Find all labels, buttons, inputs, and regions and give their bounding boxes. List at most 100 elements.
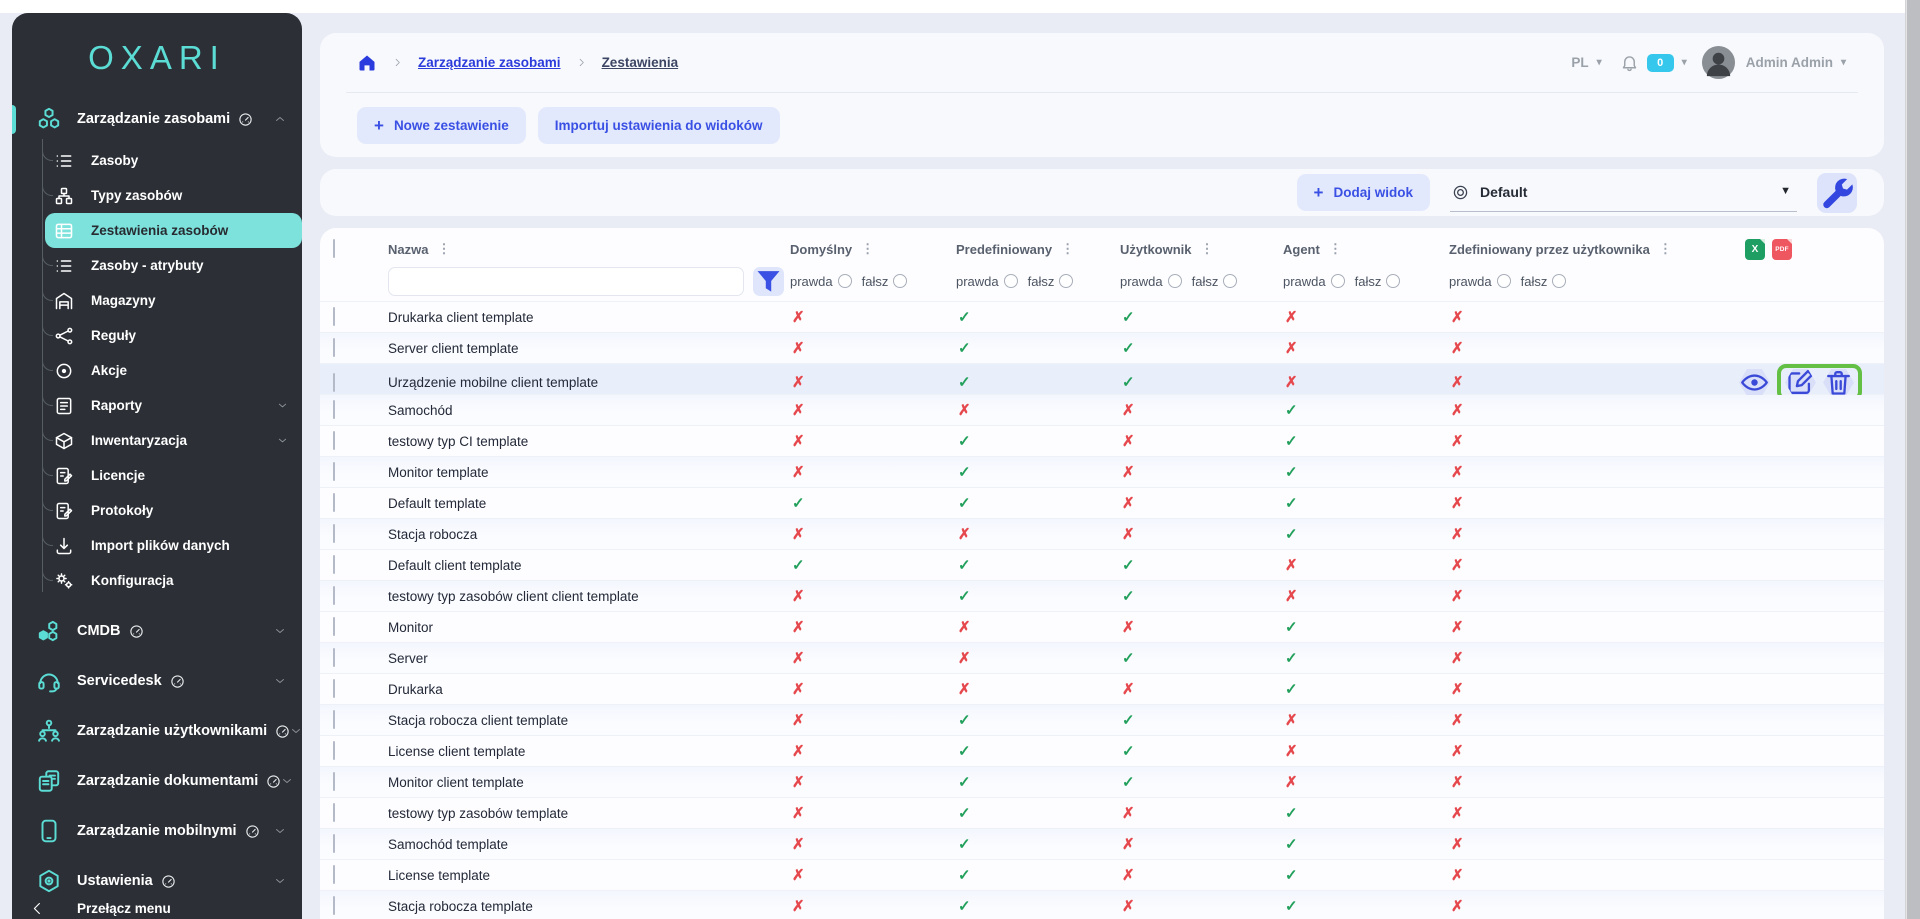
notification-badge[interactable]: 0 — [1647, 54, 1674, 72]
column-header-predefiniowany[interactable]: Predefiniowany⋮ — [956, 241, 1120, 257]
name-filter-input[interactable] — [388, 267, 744, 296]
table-row-urzadzenie-mobilne-client-template[interactable]: Urządzenie mobilne client template✗✓✓✗✗ — [320, 364, 1884, 395]
sidebar-item-protoko-y[interactable]: Protokoły — [12, 493, 302, 528]
sidebar-section-cmdb[interactable]: CMDB — [12, 606, 302, 656]
row-checkbox[interactable] — [333, 400, 335, 419]
table-row-default-template[interactable]: Default template✓✓✗✓✗ — [320, 488, 1884, 519]
table-row-drukarka[interactable]: Drukarka✗✗✗✓✗ — [320, 674, 1884, 705]
column-header-domyslny[interactable]: Domyślny⋮ — [790, 241, 956, 257]
radio-true[interactable] — [1168, 274, 1182, 288]
radio-false[interactable] — [1386, 274, 1400, 288]
chevron-down-icon[interactable]: ▾ — [1682, 57, 1687, 68]
row-checkbox[interactable] — [333, 586, 335, 605]
radio-false[interactable] — [1223, 274, 1237, 288]
edit-row-button[interactable] — [1785, 369, 1816, 396]
sidebar-item-import-plikow-danych[interactable]: Import plików danych — [12, 528, 302, 563]
radio-true[interactable] — [1331, 274, 1345, 288]
sidebar-section-zarzadzanie-zasobami[interactable]: Zarządzanie zasobami — [12, 97, 302, 141]
row-checkbox[interactable] — [333, 493, 335, 512]
page-scrollbar[interactable] — [1905, 0, 1920, 919]
radio-false[interactable] — [1059, 274, 1073, 288]
table-row-license-client-template[interactable]: License client template✗✓✓✗✗ — [320, 736, 1884, 767]
export-excel-icon[interactable]: X — [1745, 239, 1765, 260]
sidebar-item-zasoby-atrybuty[interactable]: Zasoby - atrybuty — [12, 248, 302, 283]
table-row-license-template[interactable]: License template✗✓✗✓✗ — [320, 860, 1884, 891]
table-row-stacja-robocza-client-template[interactable]: Stacja robocza client template✗✓✓✗✗ — [320, 705, 1884, 736]
chevron-down-icon[interactable] — [281, 775, 293, 787]
row-checkbox[interactable] — [333, 648, 335, 667]
import-settings-button[interactable]: Importuj ustawienia do widoków — [538, 107, 780, 144]
language-selector[interactable]: PL — [1571, 55, 1588, 70]
home-icon[interactable] — [357, 53, 377, 73]
row-checkbox[interactable] — [333, 710, 335, 729]
row-checkbox[interactable] — [333, 555, 335, 574]
chevron-up-icon[interactable] — [274, 113, 286, 125]
table-row-testowy-typ-ci-template[interactable]: testowy typ CI template✗✓✗✓✗ — [320, 426, 1884, 457]
column-header-agent[interactable]: Agent⋮ — [1283, 241, 1449, 257]
table-row-server[interactable]: Server✗✗✓✓✗ — [320, 643, 1884, 674]
sidebar-section-zarzadzanie-dokumentami[interactable]: Zarządzanie dokumentami — [12, 756, 302, 806]
column-menu-icon[interactable]: ⋮ — [1201, 241, 1214, 257]
row-checkbox[interactable] — [333, 679, 335, 698]
table-row-stacja-robocza[interactable]: Stacja robocza✗✗✗✓✗ — [320, 519, 1884, 550]
filter-button[interactable] — [753, 267, 784, 296]
view-settings-button[interactable] — [1817, 173, 1857, 213]
sidebar-item-raporty[interactable]: Raporty — [12, 388, 302, 423]
table-row-testowy-typ-zasobow-client-client-template[interactable]: testowy typ zasobów client client templa… — [320, 581, 1884, 612]
chevron-down-icon[interactable] — [274, 675, 286, 687]
delete-row-button[interactable] — [1823, 369, 1854, 396]
table-row-samochod-template[interactable]: Samochód template✗✓✗✓✗ — [320, 829, 1884, 860]
column-header-zdefiniowany-przez-uzytkownika[interactable]: Zdefiniowany przez użytkownika⋮ — [1449, 241, 1739, 257]
sidebar-item-zestawienia-zasobow[interactable]: Zestawienia zasobów — [45, 213, 302, 248]
row-checkbox[interactable] — [333, 462, 335, 481]
radio-true[interactable] — [1004, 274, 1018, 288]
chevron-down-icon[interactable]: ▾ — [1841, 57, 1846, 68]
radio-false[interactable] — [1552, 274, 1566, 288]
chevron-down-icon[interactable] — [277, 400, 288, 411]
table-row-monitor-template[interactable]: Monitor template✗✓✗✓✗ — [320, 457, 1884, 488]
table-row-stacja-robocza-template[interactable]: Stacja robocza template✗✓✗✓✗ — [320, 891, 1884, 919]
row-checkbox[interactable] — [333, 834, 335, 853]
table-row-default-client-template[interactable]: Default client template✓✓✓✗✗ — [320, 550, 1884, 581]
sidebar-item-inwentaryzacja[interactable]: Inwentaryzacja — [12, 423, 302, 458]
row-checkbox[interactable] — [333, 741, 335, 760]
avatar[interactable] — [1701, 45, 1736, 80]
sidebar-section-zarzadzanie-uzytkownikami[interactable]: Zarządzanie użytkownikami — [12, 706, 302, 756]
chevron-down-icon[interactable] — [274, 825, 286, 837]
table-row-samochod[interactable]: Samochód✗✗✗✓✗ — [320, 395, 1884, 426]
table-row-drukarka-client-template[interactable]: Drukarka client template✗✓✓✗✗ — [320, 302, 1884, 333]
sidebar-item-akcje[interactable]: Akcje — [12, 353, 302, 388]
row-checkbox[interactable] — [333, 524, 335, 543]
row-checkbox[interactable] — [333, 803, 335, 822]
row-checkbox[interactable] — [333, 896, 335, 915]
table-row-monitor-client-template[interactable]: Monitor client template✗✓✓✗✗ — [320, 767, 1884, 798]
breadcrumb-current-zestawienia[interactable]: Zestawienia — [602, 55, 679, 70]
new-zestawienie-button[interactable]: + Nowe zestawienie — [357, 107, 526, 144]
column-header-uzytkownik[interactable]: Użytkownik⋮ — [1120, 241, 1283, 257]
row-checkbox[interactable] — [333, 373, 335, 392]
view-select[interactable]: Default ▼ — [1450, 182, 1797, 212]
sidebar-item-typy-zasobow[interactable]: Typy zasobów — [12, 178, 302, 213]
column-menu-icon[interactable]: ⋮ — [861, 241, 874, 257]
user-menu[interactable]: Admin Admin — [1746, 55, 1833, 70]
view-row-button[interactable] — [1739, 369, 1770, 396]
table-row-testowy-typ-zasobow-template[interactable]: testowy typ zasobów template✗✓✗✓✗ — [320, 798, 1884, 829]
column-header-nazwa[interactable]: Nazwa⋮ — [375, 241, 790, 257]
sidebar-item-konfiguracja[interactable]: Konfiguracja — [12, 563, 302, 598]
sidebar-item-magazyny[interactable]: Magazyny — [12, 283, 302, 318]
row-checkbox[interactable] — [333, 338, 335, 357]
chevron-down-icon[interactable] — [290, 725, 302, 737]
column-menu-icon[interactable]: ⋮ — [1659, 241, 1672, 257]
chevron-down-icon[interactable]: ▾ — [1597, 57, 1602, 68]
sidebar-section-servicedesk[interactable]: Servicedesk — [12, 656, 302, 706]
table-row-server-client-template[interactable]: Server client template✗✓✓✗✗ — [320, 333, 1884, 364]
collapse-menu-button[interactable]: Przełącz menu — [12, 885, 302, 919]
sidebar-section-zarzadzanie-mobilnymi[interactable]: Zarządzanie mobilnymi — [12, 806, 302, 856]
export-pdf-icon[interactable]: PDF — [1772, 239, 1792, 260]
sidebar-item-licencje[interactable]: Licencje — [12, 458, 302, 493]
column-menu-icon[interactable]: ⋮ — [1329, 241, 1342, 257]
radio-true[interactable] — [838, 274, 852, 288]
add-view-button[interactable]: + Dodaj widok — [1297, 174, 1430, 211]
column-menu-icon[interactable]: ⋮ — [1061, 241, 1074, 257]
radio-false[interactable] — [893, 274, 907, 288]
